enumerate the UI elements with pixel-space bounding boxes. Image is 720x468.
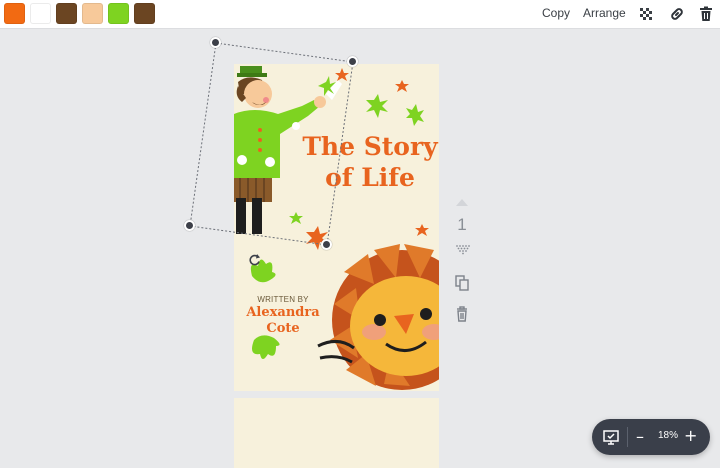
color-swatch-orange[interactable] — [4, 3, 25, 24]
color-swatch-green[interactable] — [108, 3, 129, 24]
top-toolbar: Copy Arrange — [0, 0, 720, 29]
present-icon[interactable] — [602, 428, 620, 446]
resize-handle-bottom-right[interactable] — [321, 239, 332, 250]
color-swatch-peach[interactable] — [82, 3, 103, 24]
cover-title[interactable]: The Story of Life — [300, 131, 439, 193]
rotate-icon[interactable] — [248, 253, 262, 267]
zoom-out-button[interactable]: – — [636, 427, 644, 446]
move-up-icon[interactable] — [452, 196, 472, 208]
author-name[interactable]: Alexandra Cote — [236, 305, 330, 337]
zoom-divider — [627, 427, 628, 447]
link-icon[interactable] — [668, 5, 686, 23]
zoom-level[interactable]: 18% — [654, 430, 682, 441]
design-page-1[interactable]: The Story of Life WRITTEN BY Alexandra C… — [234, 64, 439, 391]
move-down-icon[interactable] — [452, 243, 472, 255]
transparency-icon[interactable] — [637, 5, 655, 23]
color-swatch-dark-brown[interactable] — [134, 3, 155, 24]
trash-icon[interactable] — [697, 5, 715, 23]
design-page-2[interactable] — [234, 398, 439, 468]
ringmaster-illustration[interactable] — [234, 64, 439, 391]
zoom-in-button[interactable]: + — [684, 426, 697, 445]
zoom-control: – 18% + — [592, 419, 710, 455]
duplicate-page-icon[interactable] — [452, 273, 472, 293]
color-swatch-brown[interactable] — [56, 3, 77, 24]
page-number: 1 — [457, 215, 467, 234]
resize-handle-top-right[interactable] — [347, 56, 358, 67]
color-swatch-white[interactable] — [30, 3, 51, 24]
delete-page-icon[interactable] — [452, 304, 472, 324]
copy-button[interactable]: Copy — [542, 6, 570, 20]
resize-handle-top-left[interactable] — [210, 37, 221, 48]
arrange-button[interactable]: Arrange — [583, 6, 626, 20]
resize-handle-bottom-left[interactable] — [184, 220, 195, 231]
written-by-label[interactable]: WRITTEN BY — [238, 295, 328, 304]
